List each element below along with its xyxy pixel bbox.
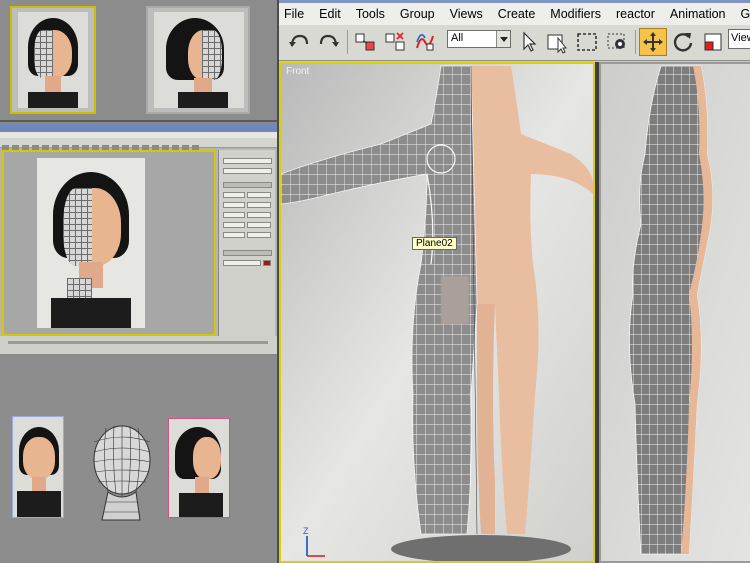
timeline-bar [0,336,277,354]
axis-gizmo-icon: Z [303,526,325,557]
select-and-move-icon [643,32,663,52]
select-by-name-icon [547,34,568,54]
main-toolbar: All Vie [279,25,750,61]
chevron-down-icon [496,31,510,47]
front-face-photo [18,12,88,108]
select-by-name-button[interactable] [543,28,571,56]
screenshot-root: File Edit Tools Group Views Create Modif… [0,0,750,563]
rectangular-selection-icon [577,33,597,51]
menu-create[interactable]: Create [498,7,536,21]
select-and-scale-icon [704,33,722,51]
select-and-link-icon [355,33,375,51]
menu-tools[interactable]: Tools [356,7,385,21]
unlink-selection-button[interactable] [381,28,409,56]
select-and-rotate-button[interactable] [669,28,697,56]
select-and-move-button[interactable] [639,28,667,56]
redo-icon [319,34,339,47]
reference-collage [0,0,277,563]
menu-file[interactable]: File [284,7,304,21]
3d-modeling-application: File Edit Tools Group Views Create Modif… [277,0,750,563]
wireframe-head-model [93,425,151,521]
bind-space-warp-icon [416,34,434,51]
menu-modifiers[interactable]: Modifiers [550,7,601,21]
undo-icon [289,34,309,47]
menu-views[interactable]: Views [450,7,483,21]
menu-group[interactable]: Group [400,7,435,21]
modeling-app-window [0,124,277,354]
side-viewport-scene [601,64,750,561]
select-and-scale-button[interactable] [699,28,727,56]
reference-viewports-panel [0,0,277,122]
select-object-button[interactable] [515,28,543,56]
side-face-photo [154,12,244,108]
face-mesh-viewport [2,150,216,336]
bind-space-warp-button[interactable] [411,28,439,56]
side-viewport[interactable] [599,62,750,563]
menu-edit[interactable]: Edit [319,7,341,21]
side-reference-viewport [146,6,250,114]
front-viewport[interactable]: Front Plane02 Z [279,62,595,563]
reference-coordinate-dropdown[interactable]: View [728,29,750,49]
menu-animation[interactable]: Animation [670,7,726,21]
front-plane-photo [12,416,64,518]
side-plane-photo [168,418,230,518]
viewport-area: Front Plane02 Z [279,62,750,563]
axis-label-z: Z [303,526,309,536]
command-panel [218,150,275,336]
window-crossing-icon [607,33,625,49]
front-viewport-scene [281,64,593,561]
censor-blur [441,276,469,324]
select-object-icon [523,31,537,52]
window-crossing-button[interactable] [603,28,631,56]
menu-reactor[interactable]: reactor [616,7,655,21]
front-reference-viewport [10,6,96,114]
window-titlebar [0,124,277,132]
select-and-rotate-icon [673,33,693,52]
viewport-label-front[interactable]: Front [286,66,309,77]
head-render-panel [0,356,277,563]
undo-button[interactable] [285,28,313,56]
face-wireframe-photo [37,158,145,328]
object-tooltip: Plane02 [412,237,457,250]
window-toolbar [0,138,277,151]
menu-graph-editors[interactable]: Graph Editor [741,7,750,21]
select-and-link-button[interactable] [351,28,379,56]
rectangular-selection-button[interactable] [573,28,601,56]
redo-button[interactable] [315,28,343,56]
unlink-icon [385,32,405,51]
main-menubar: File Edit Tools Group Views Create Modif… [279,3,750,25]
selection-filter-dropdown[interactable]: All [447,30,511,48]
